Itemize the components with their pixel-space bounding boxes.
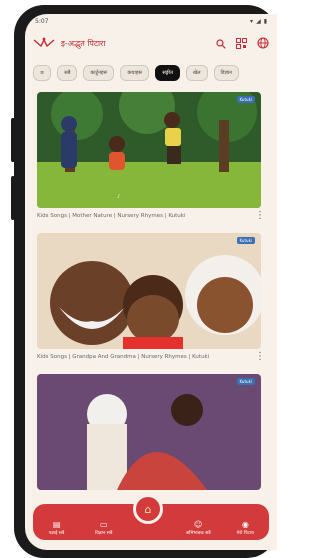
chip-stories[interactable]: कथाहरू (120, 65, 150, 81)
app-screen: 5:07 ▾ ◢ ▮ इ-अद्भुत पिटारा ≡ सबै कार्टुन… (25, 14, 277, 550)
svg-text:♪: ♪ (117, 194, 120, 200)
search-icon[interactable] (216, 34, 226, 53)
more-options-icon[interactable]: ⋮ (255, 352, 267, 362)
video-thumbnail[interactable]: Kutuki (37, 374, 261, 490)
family-icon: ☺ (193, 520, 203, 529)
more-options-icon[interactable]: ⋮ (255, 211, 267, 221)
chip-filter[interactable]: ≡ (33, 65, 52, 81)
video-card[interactable]: Kutuki (37, 374, 267, 490)
category-chips: ≡ सबै कार्टुनहरू कथाहरू सङ्गीत खेल विज्ञ… (25, 58, 277, 88)
language-globe-icon[interactable] (257, 34, 269, 53)
video-title[interactable]: Kids Songs | Mother Nature | Nursery Rhy… (37, 212, 186, 221)
chip-games[interactable]: खेल (186, 65, 208, 81)
nav-label: अभिभावक सबै (185, 531, 211, 536)
video-title[interactable]: Kids Songs | Grandpa And Grandma | Nurse… (37, 353, 209, 362)
kutuki-badge: Kutuki (236, 237, 255, 244)
chip-all[interactable]: सबै (57, 65, 78, 81)
chip-science[interactable]: विज्ञान (213, 65, 239, 81)
bottom-navigation: ▤ पढाई सबै ▭ विज्ञान सबै ☺ अभिभावक सबै ◉… (33, 494, 269, 540)
app-title: इ-अद्भुत पिटारा (61, 38, 106, 48)
nav-item-my-box[interactable]: ◉ मेरो पिटारा (222, 520, 268, 536)
nav-item-reading[interactable]: ▤ पढाई सबै (34, 520, 80, 536)
nav-label: मेरो पिटारा (236, 531, 254, 536)
wifi-icon: ▾ (250, 17, 254, 25)
video-card[interactable]: ♪ Kutuki Kids Songs | Mother Nature | Nu… (37, 92, 267, 221)
app-bar: इ-अद्भुत पिटारा (25, 28, 277, 58)
qr-scan-icon[interactable] (236, 34, 247, 53)
kutuki-badge: Kutuki (236, 96, 255, 103)
status-bar: 5:07 ▾ ◢ ▮ (25, 14, 277, 28)
video-card[interactable]: Kutuki Kids Songs | Grandpa And Grandma … (37, 233, 267, 362)
signal-icon: ◢ (256, 17, 261, 25)
app-logo-icon (33, 36, 57, 50)
status-icons: ▾ ◢ ▮ (250, 18, 267, 25)
chat-icon: ▭ (100, 520, 108, 529)
chip-cartoons[interactable]: कार्टुनहरू (83, 65, 115, 81)
nav-item-science[interactable]: ▭ विज्ञान सबै (81, 520, 127, 536)
home-button[interactable]: ⌂ (133, 494, 163, 524)
video-thumbnail[interactable]: Kutuki (37, 233, 261, 349)
book-icon: ▤ (52, 520, 61, 529)
video-feed: ♪ Kutuki Kids Songs | Mother Nature | Nu… (25, 88, 277, 490)
nav-label: विज्ञान सबै (95, 531, 113, 536)
video-thumbnail[interactable]: ♪ Kutuki (37, 92, 261, 208)
status-time: 5:07 (35, 17, 49, 25)
chip-music[interactable]: सङ्गीत (155, 65, 181, 81)
box-icon: ◉ (241, 520, 249, 529)
battery-icon: ▮ (263, 17, 267, 25)
nav-item-parents[interactable]: ☺ अभिभावक सबै (175, 520, 221, 536)
kutuki-badge: Kutuki (236, 378, 255, 385)
nav-label: पढाई सबै (48, 531, 65, 536)
home-icon: ⌂ (144, 502, 152, 516)
